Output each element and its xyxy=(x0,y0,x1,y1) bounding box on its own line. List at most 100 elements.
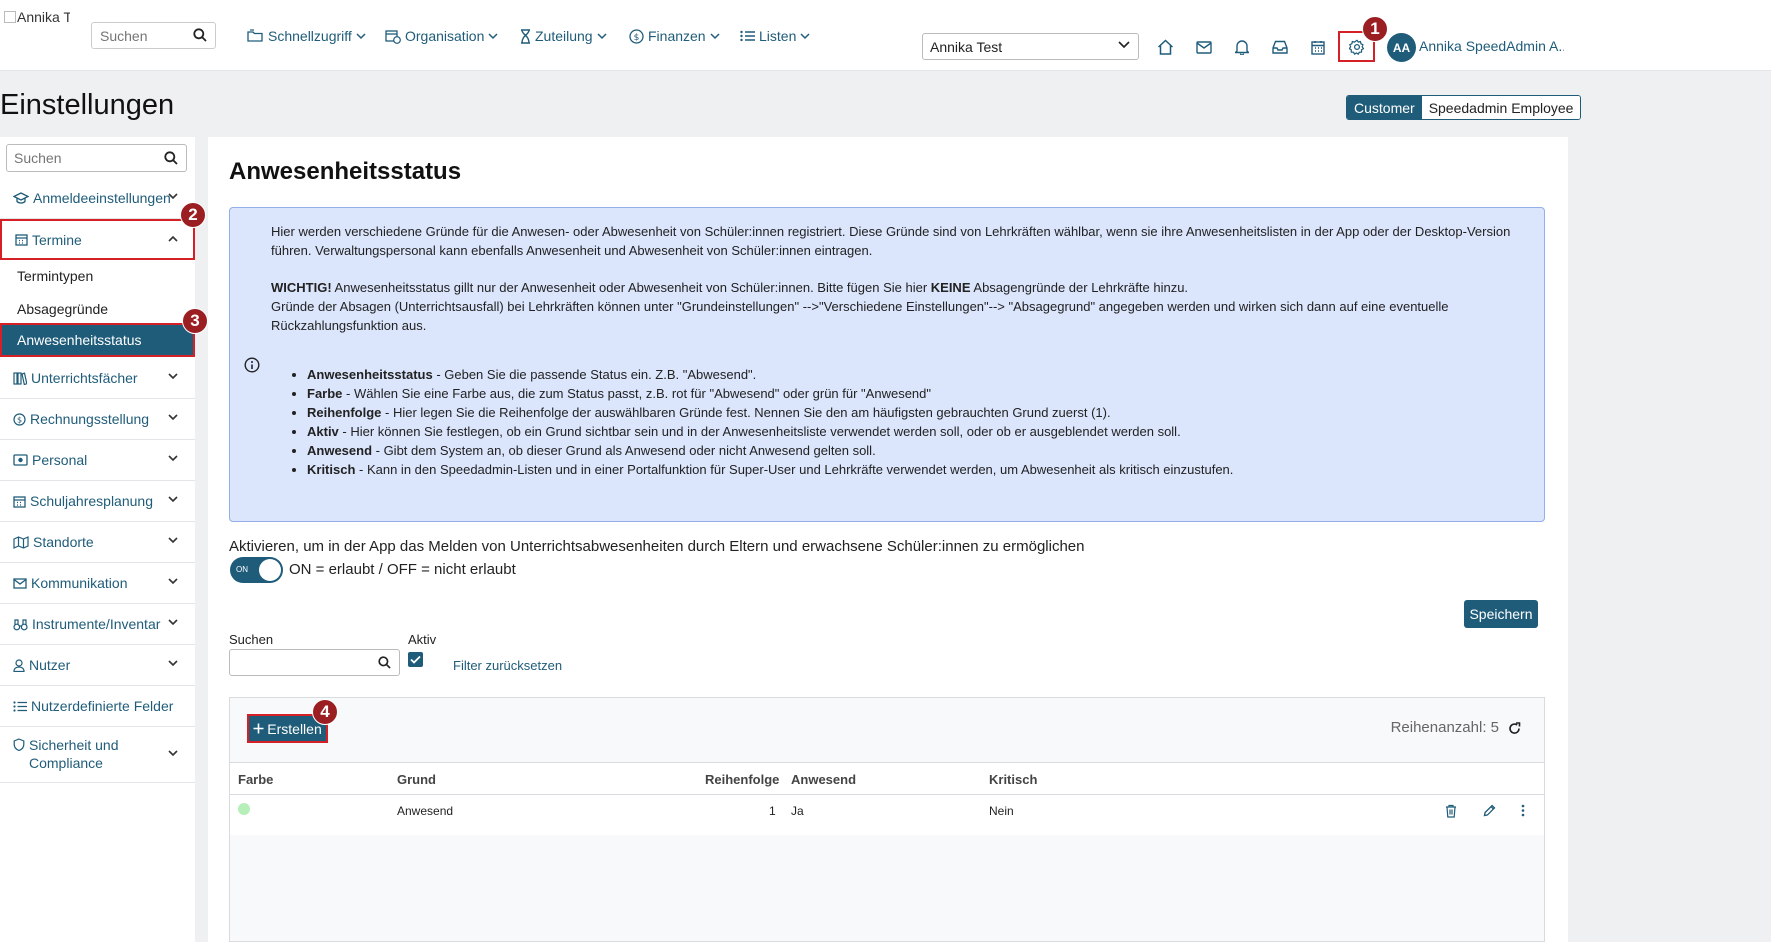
toggle-state-text: ON xyxy=(236,565,248,574)
step-marker-1: 1 xyxy=(1362,16,1388,42)
list-icon xyxy=(13,700,27,712)
bullet-term: Reihenfolge xyxy=(307,405,382,420)
status-table: Erstellen Reihenanzahl: 5 Farbe Grund Re… xyxy=(229,697,1545,942)
cell-kritisch: Nein xyxy=(989,804,1014,818)
nav-schnellzugriff[interactable]: Schnellzugriff xyxy=(247,25,366,47)
chevron-down-icon xyxy=(168,660,178,667)
sidebar-sub-termintypen[interactable]: Termintypen xyxy=(0,261,195,291)
refresh-icon[interactable] xyxy=(1508,722,1521,735)
sidebar-item-unterrichtsfaecher[interactable]: Unterrichtsfächer xyxy=(0,358,195,399)
sidebar-item-standorte[interactable]: Standorte xyxy=(0,522,195,563)
filter-search-label: Suchen xyxy=(229,632,274,647)
search-icon[interactable] xyxy=(378,656,391,669)
logo[interactable]: Annika Testschule xyxy=(4,9,70,33)
sidebar-item-termine[interactable]: Termine xyxy=(0,219,195,260)
search-icon[interactable] xyxy=(193,28,207,42)
pencil-icon[interactable] xyxy=(1483,804,1496,817)
role-customer-button[interactable]: Customer xyxy=(1347,96,1422,119)
sidebar-item-instrumente[interactable]: Instrumente/Inventar xyxy=(0,604,195,645)
chevron-down-icon xyxy=(800,32,810,40)
sidebar-item-label: Termine xyxy=(32,231,82,248)
calendar-clock-icon xyxy=(385,29,401,44)
column-header-reihenfolge[interactable]: Reihenfolge xyxy=(705,772,779,787)
graduation-cap-icon xyxy=(13,191,29,205)
home-icon[interactable] xyxy=(1155,38,1175,56)
sidebar-item-label: Schuljahresplanung xyxy=(30,493,153,509)
top-search-box[interactable] xyxy=(91,22,216,49)
sidebar-sub-absagegruende[interactable]: Absagegründe xyxy=(0,294,195,324)
broken-image-icon xyxy=(4,11,16,23)
avatar[interactable]: AA xyxy=(1387,33,1416,62)
sidebar-item-anmeldeeinstellungen[interactable]: Anmeldeeinstellungen xyxy=(0,178,195,219)
column-header-farbe[interactable]: Farbe xyxy=(238,772,273,787)
trash-icon[interactable] xyxy=(1445,804,1457,818)
info-paragraph: Gründe der Absagen (Unterrichtsausfall) … xyxy=(271,299,1449,333)
sidebar-item-label: Unterrichtsfächer xyxy=(31,370,138,386)
sidebar-search-input[interactable] xyxy=(7,145,147,171)
svg-text:$: $ xyxy=(17,415,22,424)
search-icon[interactable] xyxy=(164,151,178,165)
info-warning-strong: WICHTIG! xyxy=(271,280,332,295)
sidebar-item-schuljahresplanung[interactable]: Schuljahresplanung xyxy=(0,481,195,522)
logo-alt-text: Annika Testschule xyxy=(17,9,70,25)
chevron-down-icon xyxy=(168,619,178,626)
sidebar-search-box[interactable] xyxy=(6,144,187,172)
sidebar-item-personal[interactable]: Personal xyxy=(0,440,195,481)
nav-organisation[interactable]: Organisation xyxy=(385,25,498,47)
filter-search-box[interactable] xyxy=(229,649,400,676)
chevron-down-icon xyxy=(168,193,178,200)
step-marker-4: 4 xyxy=(312,699,338,725)
mail-icon[interactable] xyxy=(1194,38,1214,56)
id-card-icon xyxy=(13,454,28,466)
nav-label: Organisation xyxy=(405,28,485,44)
sidebar-item-rechnungsstellung[interactable]: $ Rechnungsstellung xyxy=(0,399,195,440)
column-header-kritisch[interactable]: Kritisch xyxy=(989,772,1037,787)
sidebar-item-sicherheit[interactable]: Sicherheit und Compliance xyxy=(0,727,195,783)
dollar-circle-icon: $ xyxy=(13,412,26,426)
table-header: Farbe Grund Reihenfolge Anwesend Kritisc… xyxy=(230,762,1544,795)
column-header-anwesend[interactable]: Anwesend xyxy=(791,772,856,787)
user-menu-name[interactable]: Annika SpeedAdmin A... xyxy=(1419,38,1564,54)
table-row[interactable]: Anwesend 1 Ja Nein xyxy=(230,795,1544,835)
filter-active-checkbox[interactable] xyxy=(408,652,423,667)
toggle-label: Aktivieren, um in der App das Melden von… xyxy=(229,538,1085,555)
client-select[interactable]: Annika Test xyxy=(922,33,1139,60)
sidebar-item-label: Sicherheit und Compliance xyxy=(29,737,119,771)
more-vertical-icon[interactable] xyxy=(1521,804,1525,817)
sidebar-item-nutzer[interactable]: Nutzer xyxy=(0,645,195,686)
bullet-text: - Geben Sie die passende Status ein. Z.B… xyxy=(432,367,757,382)
filter-search-input[interactable] xyxy=(230,650,370,675)
svg-text:$: $ xyxy=(634,33,640,43)
parent-absence-toggle[interactable]: ON xyxy=(230,557,283,583)
row-count: Reihenanzahl: 5 xyxy=(1390,719,1499,736)
cell-grund: Anwesend xyxy=(397,804,454,818)
nav-label: Schnellzugriff xyxy=(268,28,352,44)
top-search-input[interactable] xyxy=(92,23,182,48)
gear-icon xyxy=(1348,39,1365,55)
sidebar-sub-anwesenheitsstatus[interactable]: Anwesenheitsstatus xyxy=(0,323,195,357)
role-employee-button[interactable]: Speedadmin Employee xyxy=(1421,96,1581,119)
sidebar-item-label: Rechnungsstellung xyxy=(30,411,150,427)
client-select-value: Annika Test xyxy=(930,38,1003,55)
nav-zuteilung[interactable]: Zuteilung xyxy=(520,25,607,47)
bullet-term: Kritisch xyxy=(307,462,356,477)
bell-icon[interactable] xyxy=(1232,38,1252,56)
chevron-down-icon xyxy=(168,373,178,380)
chevron-down-icon xyxy=(168,414,178,421)
role-toggle: Customer Speedadmin Employee xyxy=(1346,95,1582,120)
calendar-icon[interactable] xyxy=(1308,38,1328,56)
map-icon xyxy=(13,535,29,549)
reset-filter-link[interactable]: Filter zurücksetzen xyxy=(453,658,562,673)
chevron-down-icon xyxy=(168,537,178,544)
filter-active-label: Aktiv xyxy=(408,632,437,647)
nav-finanzen[interactable]: $ Finanzen xyxy=(629,25,720,47)
checkmark-icon xyxy=(410,655,421,664)
sidebar-item-kommunikation[interactable]: Kommunikation xyxy=(0,563,195,604)
nav-listen[interactable]: Listen xyxy=(740,25,810,47)
info-warning-strong2: KEINE xyxy=(930,280,971,295)
inbox-icon[interactable] xyxy=(1270,38,1290,56)
column-header-grund[interactable]: Grund xyxy=(397,772,436,787)
sidebar-item-label: Anmeldeeinstellungen xyxy=(33,190,171,206)
save-button[interactable]: Speichern xyxy=(1464,600,1538,628)
sidebar-item-nutzerdefinierte-felder[interactable]: Nutzerdefinierte Felder xyxy=(0,686,195,727)
